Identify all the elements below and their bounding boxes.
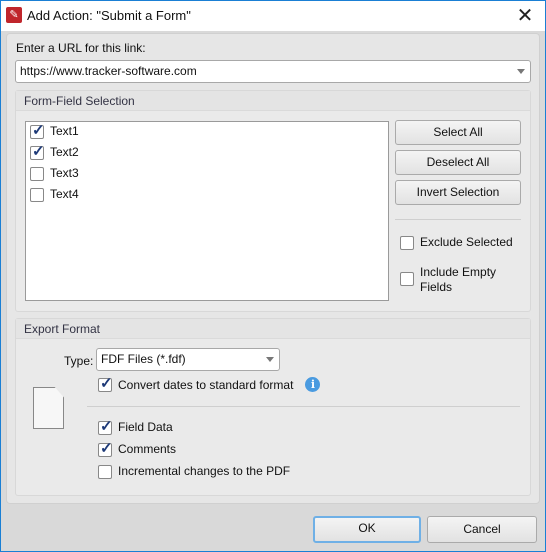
item-label: Text1 (50, 124, 79, 138)
invert-selection-button[interactable]: Invert Selection (395, 180, 521, 205)
checkbox-label: Comments (118, 442, 177, 456)
form-field-list[interactable] (25, 121, 389, 301)
type-label: Type: (64, 354, 94, 368)
comments-checkbox[interactable]: Comments (98, 439, 177, 457)
checkbox[interactable] (30, 121, 45, 139)
type-value: FDF Files (*.fdf) (101, 352, 186, 366)
list-item[interactable]: Text3 (30, 166, 79, 181)
window-title: Add Action: "Submit a Form" (27, 8, 191, 23)
checkbox[interactable] (400, 272, 414, 286)
exclude-selected-checkbox[interactable]: Exclude Selected (400, 235, 513, 250)
group-header: Export Format (16, 319, 530, 339)
url-value: https://www.tracker-software.com (20, 64, 197, 78)
chevron-down-icon[interactable] (517, 69, 525, 74)
divider (395, 219, 521, 220)
select-all-button[interactable]: Select All (395, 120, 521, 145)
checkbox[interactable] (30, 188, 44, 202)
url-combobox[interactable]: https://www.tracker-software.com (15, 60, 531, 83)
cancel-button[interactable]: Cancel (427, 516, 537, 543)
deselect-all-button[interactable]: Deselect All (395, 150, 521, 175)
checkbox[interactable] (30, 167, 44, 181)
group-header: Form-Field Selection (16, 91, 530, 111)
checkbox[interactable] (98, 465, 112, 479)
checkbox[interactable] (30, 142, 45, 160)
document-icon (33, 387, 64, 429)
list-item[interactable]: Text4 (30, 187, 79, 202)
checkbox-label: Include Empty Fields (420, 265, 497, 294)
checkbox[interactable] (98, 417, 113, 435)
list-item[interactable]: Text2 (30, 142, 79, 160)
incremental-changes-checkbox[interactable]: Incremental changes to the PDF (98, 464, 290, 479)
item-label: Text2 (50, 145, 79, 159)
info-icon[interactable]: i (305, 377, 321, 392)
ok-button[interactable]: OK (313, 516, 421, 543)
divider (87, 406, 520, 407)
checkbox[interactable] (98, 374, 113, 392)
type-select[interactable]: FDF Files (*.fdf) (96, 348, 280, 371)
checkbox-label: Convert dates to standard format (118, 377, 294, 392)
url-label: Enter a URL for this link: (16, 41, 146, 55)
app-icon: ✎ (6, 7, 22, 23)
checkbox-label: Field Data (118, 420, 173, 434)
checkbox[interactable] (400, 236, 414, 250)
chevron-down-icon[interactable] (266, 357, 274, 362)
checkbox-label: Incremental changes to the PDF (118, 464, 291, 478)
close-icon[interactable]: ✕ (513, 4, 537, 28)
convert-dates-checkbox[interactable]: Convert dates to standard format i (98, 374, 321, 392)
include-empty-fields-checkbox[interactable]: Include Empty Fields (400, 265, 520, 295)
field-data-checkbox[interactable]: Field Data (98, 417, 173, 435)
item-label: Text3 (50, 166, 79, 180)
title-bar: ✎ Add Action: "Submit a Form" ✕ (1, 1, 545, 31)
checkbox[interactable] (98, 439, 113, 457)
item-label: Text4 (50, 187, 79, 201)
list-item[interactable]: Text1 (30, 121, 79, 139)
checkbox-label: Exclude Selected (420, 235, 513, 249)
